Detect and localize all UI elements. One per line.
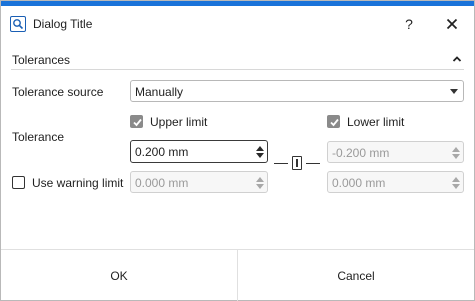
spin-down-icon[interactable] <box>452 154 460 159</box>
warning-upper-value: 0.000 mm <box>135 176 189 190</box>
link-line-right <box>306 163 320 164</box>
dialog-footer: OK Cancel <box>1 249 474 301</box>
lower-limit-label: Lower limit <box>347 115 405 129</box>
spin-down-icon[interactable] <box>256 153 264 158</box>
lower-limit-value: -0.200 mm <box>332 146 390 160</box>
lower-limit-input[interactable]: -0.200 mm <box>327 141 464 163</box>
spin-up-icon[interactable] <box>256 177 264 182</box>
tolerance-source-label: Tolerance source <box>12 85 104 99</box>
spin-up-icon[interactable] <box>452 177 460 182</box>
link-line-left <box>274 163 288 164</box>
link-symmetric-icon[interactable] <box>292 156 302 170</box>
warning-lower-value: 0.000 mm <box>332 176 386 190</box>
warning-lower-input[interactable]: 0.000 mm <box>327 171 464 193</box>
use-warning-limit-label: Use warning limit <box>32 176 124 190</box>
search-icon <box>10 16 26 32</box>
upper-limit-checkbox[interactable] <box>130 115 143 128</box>
use-warning-limit-checkbox[interactable] <box>12 176 25 189</box>
warning-upper-input[interactable]: 0.000 mm <box>130 171 268 193</box>
upper-limit-value: 0.200 mm <box>135 145 189 159</box>
close-icon <box>446 18 458 33</box>
dialog-title: Dialog Title <box>33 17 93 31</box>
spin-down-icon[interactable] <box>256 184 264 189</box>
lower-limit-checkbox[interactable] <box>327 115 340 128</box>
spin-up-icon[interactable] <box>452 147 460 152</box>
section-title: Tolerances <box>12 53 71 67</box>
chevron-down-icon <box>450 89 458 94</box>
spin-down-icon[interactable] <box>452 184 460 189</box>
tolerance-source-value: Manually <box>135 85 184 99</box>
upper-limit-input[interactable]: 0.200 mm <box>130 140 268 163</box>
title-bar: Dialog Title ? <box>1 6 474 41</box>
close-button[interactable] <box>441 14 463 34</box>
dialog: Dialog Title ? Tolerances Tolerance sour… <box>0 0 475 301</box>
help-button[interactable]: ? <box>398 14 420 34</box>
chevron-up-icon[interactable] <box>451 53 463 65</box>
tolerance-source-select[interactable]: Manually <box>130 80 464 102</box>
cancel-button[interactable]: Cancel <box>238 250 474 301</box>
tolerance-label: Tolerance <box>12 130 65 144</box>
spin-up-icon[interactable] <box>256 146 264 151</box>
section-header-tolerances[interactable]: Tolerances <box>11 52 464 70</box>
check-icon <box>330 118 339 127</box>
ok-button[interactable]: OK <box>1 250 238 301</box>
check-icon <box>133 118 142 127</box>
upper-limit-label: Upper limit <box>150 115 208 129</box>
